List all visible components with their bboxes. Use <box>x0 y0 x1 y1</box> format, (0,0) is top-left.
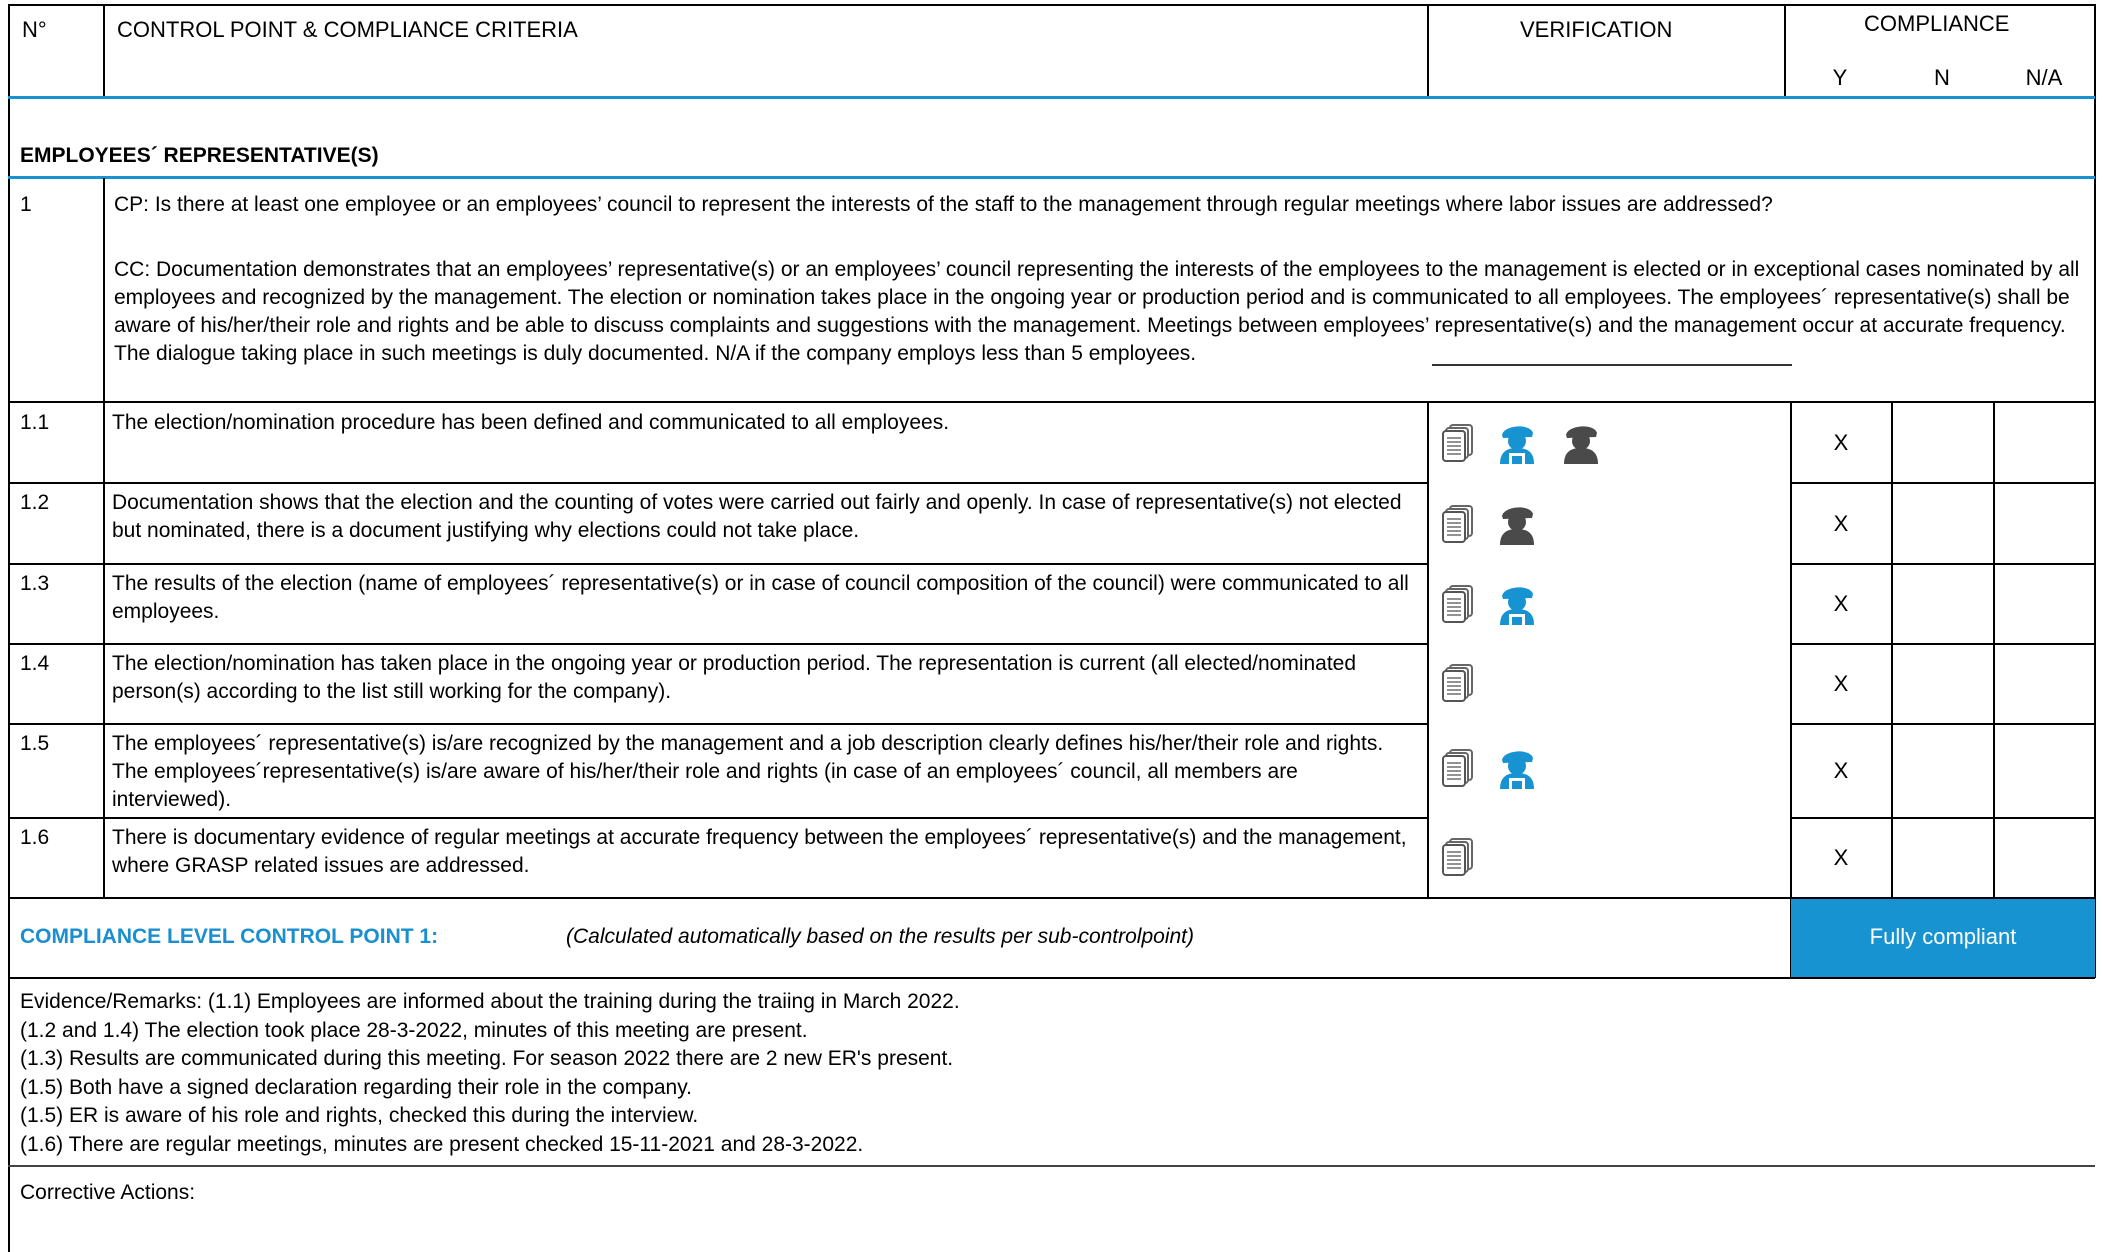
compliance-level-note: (Calculated automatically based on the r… <box>566 925 1195 948</box>
row-number: 1.5 <box>20 732 50 755</box>
header-no: N° <box>22 17 47 42</box>
row-number: 1.1 <box>20 411 50 434</box>
header-bottom-line <box>8 96 2095 99</box>
rows-col-divider-no <box>103 401 105 898</box>
header-n: N <box>1934 65 1950 90</box>
row-text: The results of the election (name of emp… <box>112 572 1409 623</box>
cp-bottom-line <box>8 401 2095 403</box>
document-icon <box>1442 663 1474 703</box>
evidence-remarks: Evidence/Remarks: (1.1) Employees are in… <box>20 988 960 1159</box>
row-divider-left-2 <box>8 563 1429 565</box>
compliance-level-label: COMPLIANCE LEVEL CONTROL POINT 1: <box>20 925 439 948</box>
evidence-line: (1.5) ER is aware of his role and rights… <box>20 1104 699 1127</box>
worker-gray-icon <box>1560 421 1602 465</box>
outer-top-border <box>8 4 2095 6</box>
evidence-line: (1.6) There are regular meetings, minute… <box>20 1132 864 1156</box>
row-y-mark: X <box>1833 845 1849 870</box>
evidence-line: (1.2 and 1.4) The election took place 28… <box>20 1018 808 1042</box>
row-text: The election/nomination has taken place … <box>112 652 1357 703</box>
row-divider-right-2 <box>1790 563 2095 565</box>
header-y: Y <box>1832 65 1848 90</box>
row-y-mark: X <box>1833 430 1849 455</box>
row-number: 1.6 <box>20 826 50 849</box>
worker-blue-icon <box>1496 746 1538 790</box>
rows-col-divider-y <box>1891 401 1893 898</box>
rows-col-divider-text <box>1427 401 1429 898</box>
cp-number: 1 <box>20 193 32 216</box>
section-title: EMPLOYEES´ REPRESENTATIVE(S) <box>20 144 379 167</box>
evidence-line: (1.3) Results are communicated during th… <box>20 1047 954 1070</box>
header-verification: VERIFICATION <box>1520 17 1673 42</box>
header-na: N/A <box>2025 65 2063 90</box>
cp-col-divider <box>103 178 105 402</box>
row-divider-left-4 <box>8 723 1429 725</box>
row-text: The election/nomination procedure has be… <box>112 411 950 434</box>
row-y-mark: X <box>1833 671 1849 696</box>
evidence-bottom-line <box>8 1165 2095 1167</box>
header-col-divider-verification <box>1427 4 1429 97</box>
cp-criteria: CC: Documentation demonstrates that an e… <box>114 258 2080 365</box>
row-verification-icons <box>1442 502 1538 546</box>
row-number: 1.3 <box>20 572 50 595</box>
corrective-actions-label: Corrective Actions: <box>20 1181 196 1204</box>
worker-blue-icon <box>1496 582 1538 626</box>
row-verification-icons <box>1442 421 1602 465</box>
outer-left-border <box>8 4 10 1252</box>
row-y-mark: X <box>1833 758 1849 783</box>
outer-right-border <box>2094 4 2096 978</box>
rows-col-divider-n <box>1993 401 1995 898</box>
row-divider-right-4 <box>1790 723 2095 725</box>
row-number: 1.4 <box>20 652 50 675</box>
document-icon <box>1442 748 1474 788</box>
row-divider-right-3 <box>1790 643 2095 645</box>
row-divider-left-5 <box>8 817 1429 819</box>
worker-gray-icon <box>1496 502 1538 546</box>
document-icon <box>1442 504 1474 544</box>
header-criteria: CONTROL POINT & COMPLIANCE CRITERIA <box>117 17 578 42</box>
evidence-line: Evidence/Remarks: (1.1) Employees are in… <box>20 990 960 1013</box>
document-icon <box>1442 423 1474 463</box>
header-col-divider-compliance <box>1784 4 1786 97</box>
header-col-divider-no <box>103 4 105 97</box>
row-divider-right-1 <box>1790 482 2095 484</box>
rows-bottom-line <box>8 897 2095 899</box>
row-y-mark: X <box>1833 591 1849 616</box>
row-text: Documentation shows that the election an… <box>112 491 1402 542</box>
row-y-mark: X <box>1833 511 1849 536</box>
row-divider-right-5 <box>1790 817 2095 819</box>
compliance-bottom-line <box>8 977 2095 979</box>
row-verification-icons <box>1442 837 1474 877</box>
row-number: 1.2 <box>20 491 50 514</box>
document-icon <box>1442 837 1474 877</box>
row-text: The employees´ representative(s) is/are … <box>112 732 1384 811</box>
row-text: There is documentary evidence of regular… <box>112 826 1407 877</box>
document-icon <box>1442 584 1474 624</box>
evidence-line: (1.5) Both have a signed declaration reg… <box>20 1075 693 1099</box>
row-divider-left-3 <box>8 643 1429 645</box>
section-bottom-line <box>8 176 2095 179</box>
row-verification-icons <box>1442 663 1474 703</box>
cp-question: CP: Is there at least one employee or an… <box>114 193 1773 216</box>
header-compliance: COMPLIANCE <box>1864 11 2010 36</box>
compliance-level-result: Fully compliant <box>1869 924 2017 949</box>
row-divider-left-1 <box>8 482 1429 484</box>
row-verification-icons <box>1442 746 1538 790</box>
row-verification-icons <box>1442 582 1538 626</box>
worker-blue-icon <box>1496 421 1538 465</box>
